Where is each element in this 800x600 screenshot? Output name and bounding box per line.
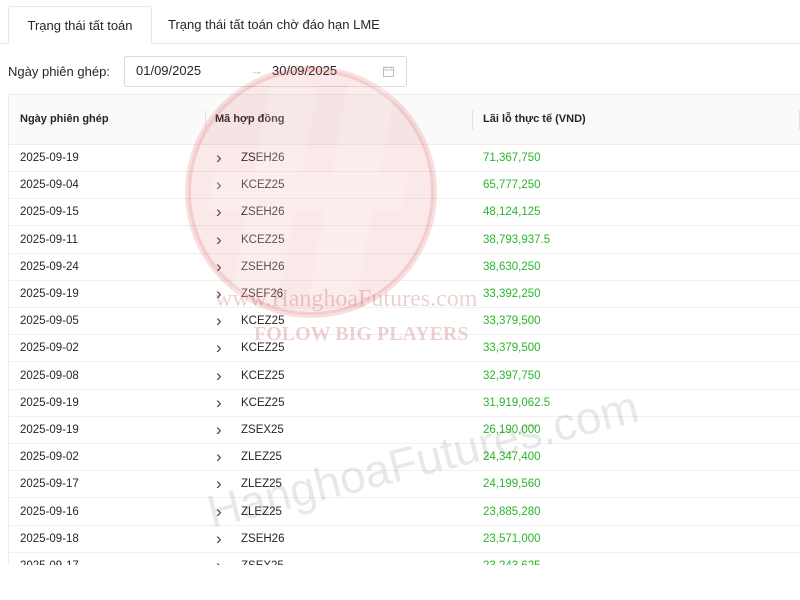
table-row[interactable]: 2025-09-02 › KCEZ25 33,379,500 <box>9 335 800 363</box>
cell-realized-pnl: 23,571,000 <box>483 532 541 545</box>
table-row[interactable]: 2025-09-24 › ZSEH26 38,630,250 <box>9 254 800 281</box>
chevron-right-icon[interactable]: › <box>216 526 222 551</box>
cell-session-date: 2025-09-11 <box>20 233 78 246</box>
table-row[interactable]: 2025-09-18 › ZSEH26 23,571,000 <box>9 526 800 553</box>
cell-session-date: 2025-09-15 <box>20 206 79 219</box>
chevron-right-icon[interactable]: › <box>216 444 222 469</box>
table-row[interactable]: 2025-09-02 › ZLEZ25 24,347,400 <box>9 444 800 472</box>
cell-contract-code: ZLEZ25 <box>241 478 282 491</box>
cell-contract-code: ZSEH26 <box>241 532 285 545</box>
table-row[interactable]: 2025-09-19 › KCEZ25 31,919,062.5 <box>9 390 800 417</box>
cell-session-date: 2025-09-02 <box>20 342 79 355</box>
date-range-arrow: → <box>250 63 263 78</box>
column-header-contract-code[interactable]: Mã hợp đồng <box>215 95 285 144</box>
cell-session-date: 2025-09-19 <box>20 396 79 409</box>
cell-contract-code: ZSEX25 <box>241 424 284 436</box>
date-filter-label: Ngày phiên ghép: <box>8 64 110 79</box>
chevron-right-icon[interactable]: › <box>216 172 222 197</box>
table-row[interactable]: 2025-09-19 › ZSEH26 71,367,750 <box>9 145 800 172</box>
chevron-right-icon[interactable]: › <box>216 145 222 170</box>
cell-realized-pnl: 26,190,000 <box>483 424 541 436</box>
date-range-picker[interactable]: 01/09/2025 → 30/09/2025 <box>124 56 407 87</box>
chevron-right-icon[interactable]: › <box>216 281 222 306</box>
cell-session-date: 2025-09-19 <box>20 152 79 164</box>
chevron-right-icon[interactable]: › <box>216 254 222 279</box>
cell-contract-code: KCEZ25 <box>241 179 285 192</box>
cell-session-date: 2025-09-08 <box>20 369 79 382</box>
chevron-right-icon[interactable]: › <box>216 553 222 565</box>
cell-realized-pnl: 32,397,750 <box>483 369 541 382</box>
cell-realized-pnl: 24,347,400 <box>483 451 541 464</box>
column-divider <box>205 110 206 130</box>
cell-contract-code: ZLEZ25 <box>241 505 282 518</box>
chevron-right-icon[interactable]: › <box>216 227 222 252</box>
cell-session-date: 2025-09-04 <box>20 179 79 192</box>
cell-contract-code: KCEZ25 <box>241 233 285 246</box>
calendar-icon[interactable] <box>383 66 394 77</box>
column-header-realized-pnl[interactable]: Lãi lỗ thực tế (VND) <box>483 95 586 144</box>
table-row[interactable]: 2025-09-17 › ZSEX25 23,243,625 <box>9 553 800 565</box>
cell-session-date: 2025-09-05 <box>20 315 79 328</box>
chevron-right-icon[interactable]: › <box>216 308 222 333</box>
table-row[interactable]: 2025-09-19 › ZSEF26 33,392,250 <box>9 281 800 308</box>
table-header: Ngày phiên ghép Mã hợp đồng Lãi lỗ thực … <box>9 95 800 145</box>
cell-contract-code: KCEZ25 <box>241 342 285 355</box>
cell-realized-pnl: 33,379,500 <box>483 342 541 355</box>
chevron-right-icon[interactable]: › <box>216 471 222 496</box>
end-date-input[interactable]: 30/09/2025 <box>272 63 337 78</box>
chevron-right-icon[interactable]: › <box>216 363 222 388</box>
column-divider <box>472 110 473 130</box>
cell-realized-pnl: 33,379,500 <box>483 315 541 328</box>
cell-realized-pnl: 33,392,250 <box>483 288 541 300</box>
table-row[interactable]: 2025-09-04 › KCEZ25 65,777,250 <box>9 172 800 200</box>
tab-settlement-status[interactable]: Trạng thái tất toán <box>8 6 152 44</box>
cell-session-date: 2025-09-24 <box>20 260 79 273</box>
cell-contract-code: ZSEF26 <box>241 288 284 300</box>
cell-contract-code: ZSEH26 <box>241 260 285 273</box>
cell-session-date: 2025-09-17 <box>20 478 79 491</box>
chevron-right-icon[interactable]: › <box>216 335 222 360</box>
tab-bar: Trạng thái tất toán Trạng thái tất toán … <box>0 0 800 44</box>
cell-contract-code: KCEZ25 <box>241 315 285 328</box>
table-row[interactable]: 2025-09-15 › ZSEH26 48,124,125 <box>9 199 800 227</box>
cell-session-date: 2025-09-18 <box>20 532 79 545</box>
column-header-session-date[interactable]: Ngày phiên ghép <box>20 95 109 144</box>
cell-contract-code: ZSEH26 <box>241 152 285 164</box>
cell-realized-pnl: 23,243,625 <box>483 553 541 565</box>
start-date-input[interactable]: 01/09/2025 <box>136 63 201 78</box>
cell-contract-code: ZSEX25 <box>241 553 284 565</box>
cell-contract-code: KCEZ25 <box>241 396 285 409</box>
tab-settlement-pending-lme[interactable]: Trạng thái tất toán chờ đáo hạn LME <box>153 6 395 44</box>
chevron-right-icon[interactable]: › <box>216 199 222 224</box>
cell-realized-pnl: 23,885,280 <box>483 505 541 518</box>
cell-contract-code: KCEZ25 <box>241 369 285 382</box>
table-row[interactable]: 2025-09-11 › KCEZ25 38,793,937.5 <box>9 227 800 254</box>
chevron-right-icon[interactable]: › <box>216 417 222 442</box>
cell-session-date: 2025-09-19 <box>20 424 79 436</box>
cell-realized-pnl: 38,793,937.5 <box>483 233 551 246</box>
table-row[interactable]: 2025-09-16 › ZLEZ25 23,885,280 <box>9 499 800 526</box>
settlement-table: Ngày phiên ghép Mã hợp đồng Lãi lỗ thực … <box>8 94 800 565</box>
chevron-right-icon[interactable]: › <box>216 499 222 524</box>
table-row[interactable]: 2025-09-08 › KCEZ25 32,397,750 <box>9 363 800 390</box>
table-row[interactable]: 2025-09-17 › ZLEZ25 24,199,560 <box>9 471 800 499</box>
cell-contract-code: ZLEZ25 <box>241 451 282 464</box>
cell-session-date: 2025-09-17 <box>20 553 79 565</box>
table-row[interactable]: 2025-09-05 › KCEZ25 33,379,500 <box>9 308 800 336</box>
table-row[interactable]: 2025-09-19 › ZSEX25 26,190,000 <box>9 417 800 444</box>
cell-realized-pnl: 65,777,250 <box>483 179 541 192</box>
chevron-right-icon[interactable]: › <box>216 390 222 415</box>
cell-session-date: 2025-09-02 <box>20 451 79 464</box>
cell-realized-pnl: 24,199,560 <box>483 478 541 491</box>
cell-session-date: 2025-09-19 <box>20 288 79 300</box>
cell-realized-pnl: 71,367,750 <box>483 152 541 164</box>
cell-session-date: 2025-09-16 <box>20 505 79 518</box>
cell-realized-pnl: 48,124,125 <box>483 206 541 219</box>
cell-contract-code: ZSEH26 <box>241 206 285 219</box>
cell-realized-pnl: 38,630,250 <box>483 260 541 273</box>
cell-realized-pnl: 31,919,062.5 <box>483 396 551 409</box>
